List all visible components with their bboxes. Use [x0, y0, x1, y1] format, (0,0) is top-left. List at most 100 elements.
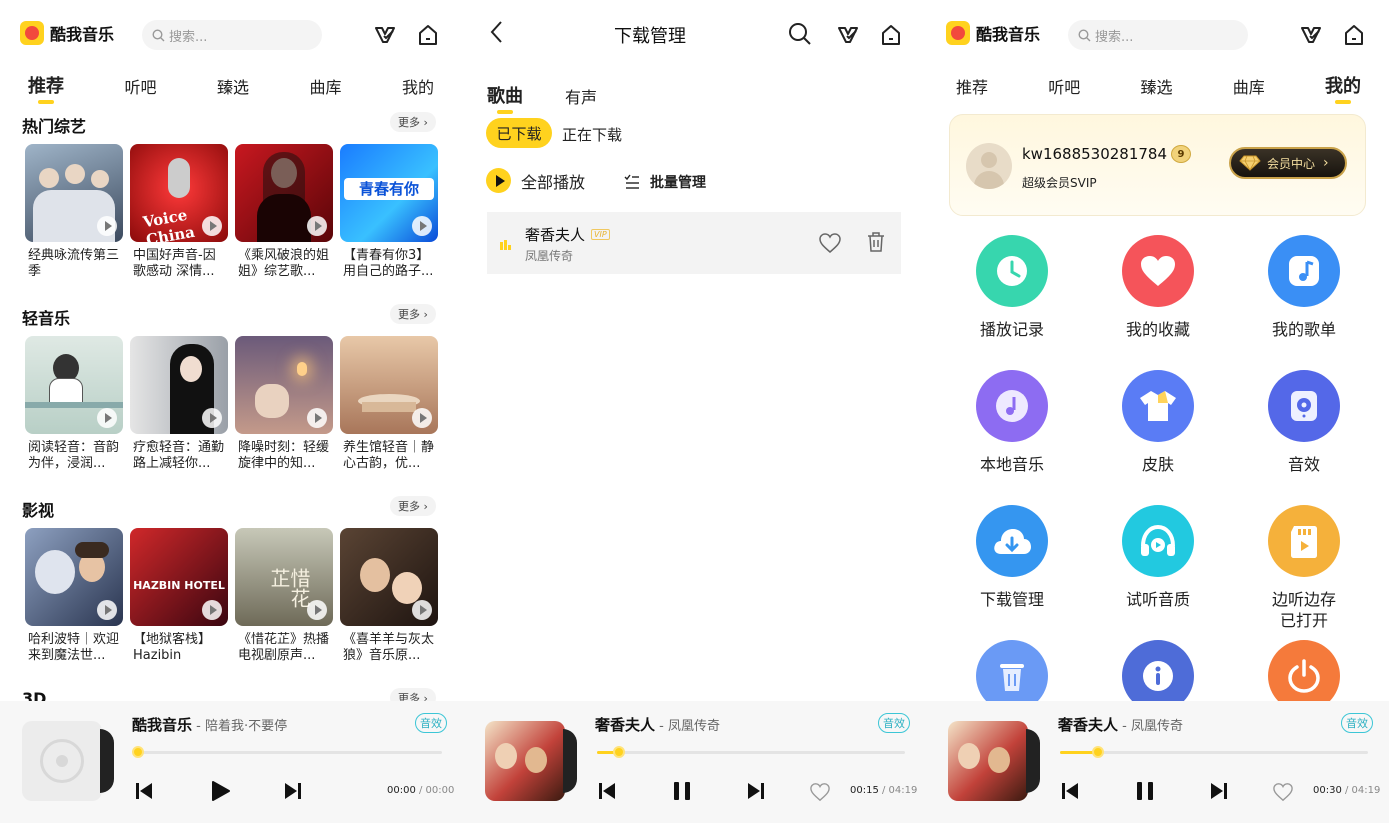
tab-mine[interactable]: 我的 — [402, 74, 434, 98]
sound-effect-button[interactable]: 音效 — [1341, 713, 1373, 733]
playlist-card[interactable]: 《喜羊羊与灰太狼》音乐原... — [340, 528, 438, 664]
batch-manage-label: 批量管理 — [650, 175, 706, 191]
mini-player[interactable]: 奢香夫人 - 凤凰传奇 音效 00:30 / 04:19 — [926, 701, 1389, 823]
playlist-card[interactable]: 经典咏流传第三季 — [25, 144, 123, 280]
more-button[interactable]: 更多 › — [390, 496, 436, 516]
home-icon[interactable] — [417, 24, 439, 46]
play-icon[interactable] — [208, 779, 232, 803]
listen-recognize-icon[interactable] — [373, 24, 397, 46]
play-icon — [412, 408, 432, 428]
previous-icon[interactable] — [597, 781, 617, 801]
tab-downloading[interactable]: 正在下载 — [562, 124, 622, 145]
playlist-card[interactable]: 疗愈轻音：通勤路上减轻你... — [130, 336, 228, 472]
tab-audio[interactable]: 有声 — [565, 84, 597, 108]
playlist-card[interactable]: 养生馆轻音｜静心古韵，优... — [340, 336, 438, 472]
progress-knob[interactable] — [132, 746, 144, 758]
tab-recommend[interactable]: 推荐 — [956, 74, 988, 98]
avatar[interactable] — [966, 143, 1012, 189]
listen-recognize-icon[interactable] — [1299, 24, 1323, 46]
user-card[interactable]: kw1688530281784 9 超级会员SVIP 会员中心 › — [949, 114, 1366, 216]
sound-effect-button[interactable]: 音效 — [415, 713, 447, 733]
search-input[interactable]: 搜索... — [1068, 20, 1248, 50]
tab-recommend[interactable]: 推荐 — [28, 72, 64, 98]
heart-icon[interactable] — [1272, 782, 1294, 802]
feature-item[interactable]: 我的歌单 — [1254, 235, 1352, 340]
tab-downloaded[interactable]: 已下载 — [486, 118, 552, 148]
playlist-title: 经典咏流传第三季 — [28, 248, 120, 279]
tab-listen[interactable]: 听吧 — [1048, 74, 1080, 98]
heart-icon[interactable] — [818, 232, 842, 254]
feature-item[interactable]: 音效 — [1254, 370, 1352, 475]
mini-player[interactable]: 酷我音乐 - 陪着我·不要停 音效 00:00 / 00:00 — [0, 701, 463, 823]
progress-knob[interactable] — [613, 746, 626, 758]
headphones-icon — [1122, 505, 1194, 577]
playlist-title: 养生馆轻音｜静心古韵，优... — [343, 440, 435, 471]
listen-recognize-icon[interactable] — [836, 24, 860, 46]
tab-library[interactable]: 曲库 — [1233, 74, 1265, 98]
play-all-button[interactable]: 全部播放 — [486, 168, 585, 193]
playlist-cover — [340, 528, 438, 626]
batch-manage-button[interactable]: 批量管理 — [624, 172, 706, 192]
heart-icon — [1122, 235, 1194, 307]
tab-select[interactable]: 臻选 — [1141, 74, 1173, 98]
tab-songs[interactable]: 歌曲 — [487, 82, 523, 108]
cover-text: 惜花芷 — [267, 568, 311, 608]
play-icon — [97, 216, 117, 236]
playlist-card[interactable]: 哈利波特｜欢迎来到魔法世... — [25, 528, 123, 664]
progress-bar[interactable] — [1060, 746, 1368, 758]
progress-knob[interactable] — [1091, 746, 1104, 758]
playlist-card[interactable]: HAZBIN HOTEL 【地狱客栈】Hazibin Hotel！ — [130, 528, 228, 664]
kuwo-logo-icon — [946, 21, 970, 45]
home-icon[interactable] — [880, 24, 902, 46]
tab-library[interactable]: 曲库 — [309, 74, 341, 98]
playlist-card[interactable]: 惜花芷 《惜花芷》热播电视剧原声... — [235, 528, 333, 664]
tab-mine[interactable]: 我的 — [1325, 72, 1361, 98]
next-icon[interactable] — [283, 781, 303, 801]
playlist-card[interactable]: 降噪时刻：轻缓旋律中的知... — [235, 336, 333, 472]
feature-item[interactable] — [962, 640, 1062, 701]
mini-player[interactable]: 奢香夫人 - 凤凰传奇 音效 00:15 / 04:19 — [463, 701, 926, 823]
progress-bar[interactable] — [597, 746, 905, 758]
feature-item[interactable]: 我的收藏 — [1108, 235, 1208, 340]
feature-item[interactable] — [1254, 640, 1352, 701]
album-art — [22, 721, 114, 801]
next-icon[interactable] — [1209, 781, 1229, 801]
trash-icon[interactable] — [866, 231, 886, 253]
search-input[interactable]: 搜索... — [142, 20, 322, 50]
vip-center-button[interactable]: 会员中心 › — [1229, 147, 1347, 179]
pause-icon[interactable] — [671, 780, 693, 802]
feature-item[interactable]: 下载管理 — [962, 505, 1062, 610]
feature-label: 试听音质 — [1125, 590, 1190, 609]
playlist-card[interactable]: 《乘风破浪的姐姐》综艺歌... — [235, 144, 333, 280]
feature-item[interactable]: 本地音乐 — [962, 370, 1062, 475]
feature-item[interactable]: 皮肤 — [1108, 370, 1208, 475]
sound-effect-button[interactable]: 音效 — [878, 713, 910, 733]
playlist-cover — [25, 528, 123, 626]
play-icon — [412, 216, 432, 236]
current-time: 00:30 — [1313, 785, 1342, 796]
progress-bar[interactable] — [132, 746, 442, 758]
previous-icon[interactable] — [1060, 781, 1080, 801]
feature-item[interactable]: 边听边存 已打开 — [1254, 505, 1352, 631]
feature-label: 本地音乐 — [979, 455, 1044, 474]
playlist-card[interactable]: Voice China 中国好声音-因歌感动 深情... — [130, 144, 228, 280]
playlist-title: 《乘风破浪的姐姐》综艺歌... — [238, 248, 330, 279]
song-row[interactable]: 奢香夫人 VIP 凤凰传奇 — [487, 212, 901, 274]
feature-item[interactable]: 试听音质 — [1108, 505, 1208, 610]
play-icon — [202, 600, 222, 620]
playlist-card[interactable]: 青春有你 【青春有你3】用自己的路子... — [340, 144, 438, 280]
feature-item[interactable]: 播放记录 — [962, 235, 1062, 340]
heart-icon[interactable] — [809, 782, 831, 802]
more-button[interactable]: 更多 › — [390, 112, 436, 132]
playlist-card[interactable]: 阅读轻音：音韵为伴，浸润... — [25, 336, 123, 472]
home-icon[interactable] — [1343, 24, 1365, 46]
feature-item[interactable] — [1108, 640, 1208, 701]
previous-icon[interactable] — [134, 781, 154, 801]
more-button[interactable]: 更多 › — [390, 304, 436, 324]
search-icon[interactable] — [788, 22, 812, 46]
pause-icon[interactable] — [1134, 780, 1156, 802]
tab-select[interactable]: 臻选 — [217, 74, 249, 98]
next-icon[interactable] — [746, 781, 766, 801]
cloud-download-icon — [976, 505, 1048, 577]
tab-listen[interactable]: 听吧 — [124, 74, 156, 98]
